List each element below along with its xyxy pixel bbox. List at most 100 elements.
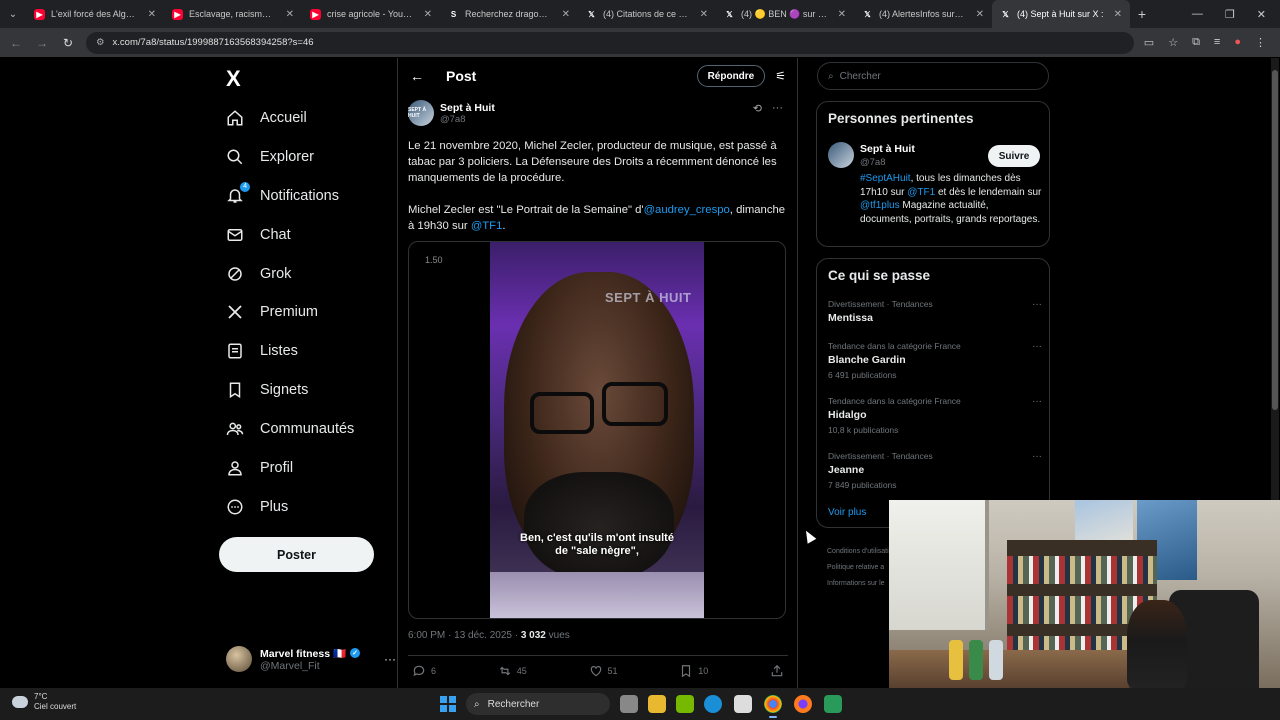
browser-tab[interactable]: ▶ L'exil forcé des Algériens ✕ bbox=[26, 0, 164, 28]
browser-tab[interactable]: 𝕏 (4) 🟡 BEN 🟣 sur X : "de ✕ bbox=[716, 0, 854, 28]
trend-item[interactable]: Divertissement · Tendances Mentissa ··· bbox=[828, 299, 1042, 324]
relevant-name[interactable]: Sept à Huit bbox=[860, 143, 915, 155]
browser-tab[interactable]: ▶ Esclavage, racisme, white… ✕ bbox=[164, 0, 302, 28]
more-icon[interactable]: ··· bbox=[1032, 299, 1042, 310]
share-action[interactable] bbox=[770, 664, 784, 678]
taskbar-search[interactable]: ⌕ Rechercher bbox=[466, 693, 610, 715]
browser-tab[interactable]: S Recherchez dragon ball | ✕ bbox=[440, 0, 578, 28]
like-action[interactable]: 51 bbox=[589, 664, 618, 678]
firefox-icon[interactable] bbox=[794, 695, 812, 713]
video-frame[interactable]: SEPT À HUIT Ben, c'est qu'ils m'ont insu… bbox=[490, 242, 704, 618]
profile-icon[interactable]: ● bbox=[1234, 36, 1241, 49]
see-more-link[interactable]: Voir plus bbox=[828, 507, 866, 518]
restore-icon[interactable]: ❐ bbox=[1225, 8, 1235, 21]
nvidia-icon[interactable] bbox=[676, 695, 694, 713]
browser-tab[interactable]: 𝕏 (4) AlertesInfos sur X : " ✕ bbox=[854, 0, 992, 28]
url-field[interactable]: ⚙ x.com/7a8/status/1999887163568394258?s… bbox=[86, 31, 1134, 54]
relevant-handle[interactable]: @7a8 bbox=[860, 157, 886, 168]
sidebar-item-chat[interactable]: Chat bbox=[226, 223, 291, 247]
author-handle[interactable]: @7a8 bbox=[440, 114, 495, 125]
site-info-icon[interactable]: ⚙ bbox=[96, 37, 105, 48]
scrollbar-thumb[interactable] bbox=[1272, 70, 1278, 410]
mention-link[interactable]: @audrey_crespo bbox=[644, 204, 730, 216]
weather-widget[interactable]: 7°C Ciel couvert bbox=[12, 692, 76, 712]
more-icon[interactable]: ··· bbox=[1032, 451, 1042, 462]
sidebar-item-grok[interactable]: Grok bbox=[226, 262, 291, 286]
footer-link[interactable]: Conditions d'utilisation bbox=[827, 544, 897, 560]
task-view-icon[interactable] bbox=[620, 695, 638, 713]
close-tab-icon[interactable]: ✕ bbox=[1114, 9, 1122, 20]
cast-icon[interactable]: ▭ bbox=[1144, 36, 1154, 49]
sidebar-icon[interactable]: ≡ bbox=[1214, 36, 1220, 49]
sidebar-item-communautes[interactable]: Communautés bbox=[226, 417, 354, 441]
reload-icon[interactable]: ↻ bbox=[60, 36, 76, 50]
author-avatar[interactable]: SEPT À HUIT bbox=[408, 100, 434, 126]
repost-action[interactable]: 45 bbox=[498, 664, 527, 678]
mention-link[interactable]: @TF1 bbox=[907, 187, 935, 198]
mention-link[interactable]: @tf1plus bbox=[860, 200, 900, 211]
close-tab-icon[interactable]: ✕ bbox=[148, 9, 156, 20]
browser-menu-icon[interactable]: ⋮ bbox=[1255, 36, 1266, 49]
bookmark-action[interactable]: 10 bbox=[679, 664, 708, 678]
more-icon[interactable]: ··· bbox=[772, 102, 783, 115]
mention-link[interactable]: @TF1 bbox=[471, 220, 503, 232]
chrome-icon[interactable] bbox=[764, 695, 782, 718]
author-name[interactable]: Sept à Huit bbox=[440, 102, 495, 114]
store-icon[interactable] bbox=[734, 695, 752, 713]
edge-icon[interactable] bbox=[704, 695, 722, 713]
hashtag-link[interactable]: #SeptAHuit bbox=[860, 173, 911, 184]
account-switcher[interactable]: Marvel fitness 🇫🇷 ✓ @Marvel_Fit ··· bbox=[226, 644, 396, 674]
sidebar-item-explorer[interactable]: Explorer bbox=[226, 145, 314, 169]
sidebar-item-accueil[interactable]: Accueil bbox=[226, 106, 307, 130]
sidebar-item-premium[interactable]: Premium bbox=[226, 300, 318, 324]
browser-tab[interactable]: 𝕏 (4) Sept à Huit sur X : ✕ bbox=[992, 0, 1130, 28]
playback-speed[interactable]: 1.50 bbox=[425, 255, 443, 265]
video-player[interactable]: 1.50 SEPT À HUIT Ben, c'est qu'ils m'ont… bbox=[408, 241, 786, 619]
app-icon[interactable] bbox=[824, 695, 842, 713]
close-window-icon[interactable]: ✕ bbox=[1257, 8, 1266, 21]
footer-link[interactable]: Politique relative a bbox=[827, 560, 897, 576]
sidebar-item-plus[interactable]: Plus bbox=[226, 495, 288, 519]
sidebar-item-listes[interactable]: Listes bbox=[226, 339, 298, 363]
follow-button[interactable]: Suivre bbox=[988, 145, 1040, 167]
back-arrow-icon[interactable]: ← bbox=[410, 68, 424, 84]
close-tab-icon[interactable]: ✕ bbox=[286, 9, 294, 20]
more-icon[interactable]: ··· bbox=[1032, 396, 1042, 407]
trend-item[interactable]: Divertissement · Tendances Jeanne 7 849 pu… bbox=[828, 451, 1042, 490]
forward-nav-icon[interactable]: → bbox=[34, 36, 50, 50]
new-tab-button[interactable]: + bbox=[1130, 6, 1154, 22]
tab-search-menu[interactable]: ⌄ bbox=[0, 0, 26, 28]
post-timestamp[interactable]: 6:00 PM · 13 déc. 2025 · bbox=[408, 630, 521, 641]
x-logo[interactable]: X bbox=[226, 66, 241, 92]
sidebar-item-signets[interactable]: Signets bbox=[226, 378, 308, 402]
back-nav-icon[interactable]: ← bbox=[8, 36, 24, 50]
browser-tab[interactable]: 𝕏 (4) Citations de ce post / ✕ bbox=[578, 0, 716, 28]
sliders-icon[interactable]: ⚟ bbox=[775, 69, 786, 83]
close-tab-icon[interactable]: ✕ bbox=[424, 9, 432, 20]
browser-tab[interactable]: ▶ crise agricole - YouTube ✕ bbox=[302, 0, 440, 28]
sidebar-item-profil[interactable]: Profil bbox=[226, 456, 293, 480]
post-author[interactable]: SEPT À HUIT Sept à Huit @7a8 bbox=[408, 100, 495, 126]
more-icon[interactable]: ··· bbox=[1032, 341, 1042, 352]
close-tab-icon[interactable]: ✕ bbox=[976, 9, 984, 20]
reply-button[interactable]: Répondre bbox=[696, 65, 766, 87]
trend-item[interactable]: Tendance dans la catégorie France Blanche… bbox=[828, 341, 1042, 380]
grok-icon[interactable]: ⟲ bbox=[753, 102, 762, 115]
file-explorer-icon[interactable] bbox=[648, 695, 666, 713]
sidebar-item-notifications[interactable]: 4 Notifications bbox=[226, 182, 339, 208]
close-tab-icon[interactable]: ✕ bbox=[838, 9, 846, 20]
trend-item[interactable]: Tendance dans la catégorie France Hidalgo… bbox=[828, 396, 1042, 435]
reply-count: 6 bbox=[431, 666, 437, 676]
star-icon[interactable]: ☆ bbox=[1168, 36, 1178, 49]
close-tab-icon[interactable]: ✕ bbox=[562, 9, 570, 20]
footer-link[interactable]: Informations sur le bbox=[827, 576, 897, 592]
reply-action[interactable]: 6 bbox=[412, 664, 436, 678]
close-tab-icon[interactable]: ✕ bbox=[700, 9, 708, 20]
post-button[interactable]: Poster bbox=[219, 537, 374, 572]
minimize-icon[interactable]: — bbox=[1192, 8, 1203, 21]
more-icon[interactable]: ··· bbox=[384, 652, 396, 666]
extensions-icon[interactable]: ⧉ bbox=[1192, 36, 1200, 49]
search-input[interactable]: ⌕ Chercher bbox=[817, 62, 1049, 90]
windows-start-icon[interactable] bbox=[440, 696, 456, 712]
avatar[interactable] bbox=[828, 142, 854, 168]
